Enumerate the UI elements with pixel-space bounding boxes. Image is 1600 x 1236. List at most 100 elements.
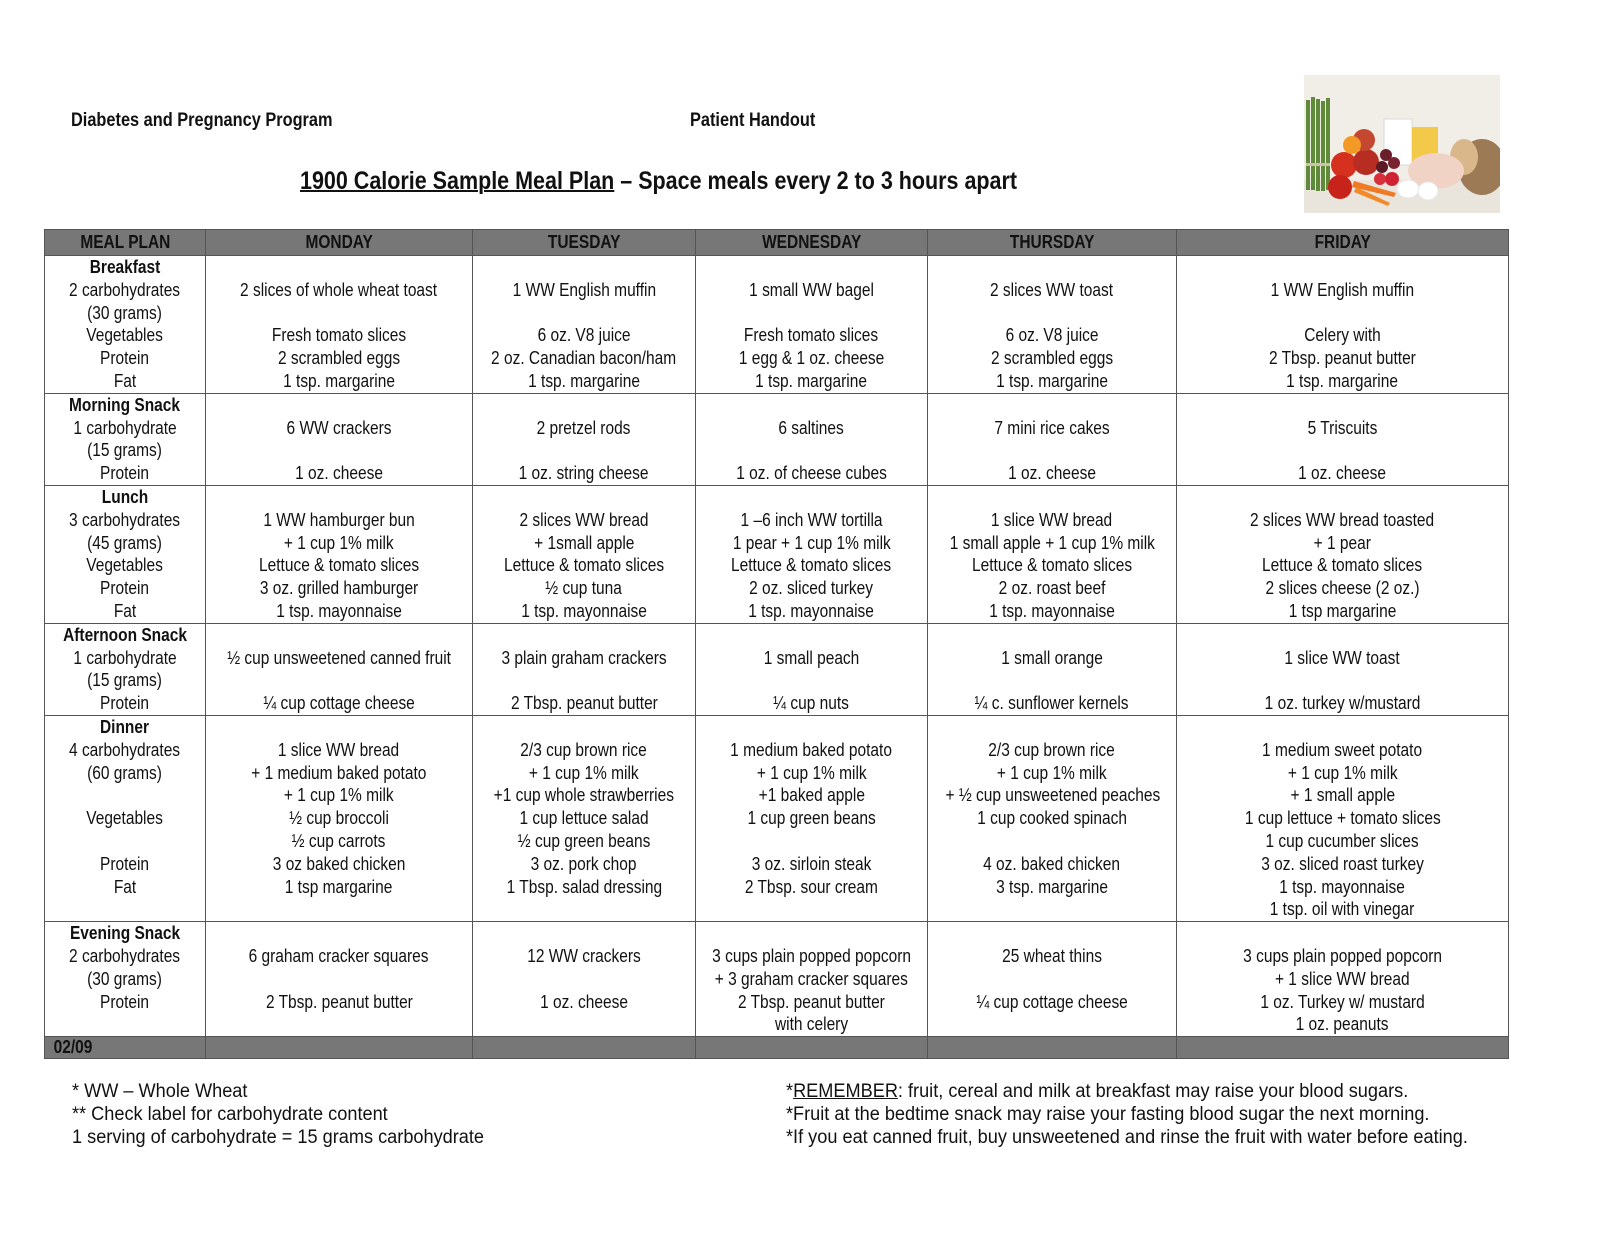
food-item: 1 cup lettuce + tomato slices bbox=[1244, 808, 1441, 829]
food-item: + 1 cup 1% milk bbox=[284, 785, 394, 806]
food-item: + 1small apple bbox=[533, 532, 635, 553]
meal-cell: 6 graham cracker squares 2 Tbsp. peanut b… bbox=[205, 921, 473, 1038]
food-item: 6 oz. V8 juice bbox=[1005, 325, 1099, 346]
meal-cell: 1 medium baked potato + 1 cup 1% milk +1 b… bbox=[695, 714, 928, 923]
food-item bbox=[697, 439, 927, 462]
food-item bbox=[929, 830, 1176, 853]
meal-cell: 3 cups plain popped popcorn + 3 graham cr… bbox=[695, 921, 928, 1038]
footnote: ** Check label for carbohydrate content bbox=[72, 1104, 388, 1125]
food-item: + 1 slice WW bread bbox=[1275, 968, 1410, 989]
food-item: 1 tsp. margarine bbox=[283, 370, 395, 391]
food-item: Lettuce & tomato slices bbox=[731, 555, 892, 576]
meal-cell: 1 slice WW toast 1 oz. turkey w/mustard bbox=[1176, 622, 1509, 716]
meal-name: Breakfast bbox=[89, 257, 161, 277]
meal-cell: 6 WW crackers 1 oz. cheese bbox=[205, 392, 473, 486]
table-row: Evening Snack 2 carbohydrates (30 grams) Pr… bbox=[44, 921, 1509, 1038]
meal-plan-table: MEAL PLAN MONDAY TUESDAY WEDNESDAY THURS… bbox=[44, 229, 1509, 1060]
guide-line: 3 carbohydrates bbox=[69, 509, 181, 530]
meal-cell: 2 slices of whole wheat toast Fresh tomat… bbox=[205, 255, 473, 394]
food-item: 3 tsp. margarine bbox=[996, 876, 1108, 897]
food-item: 1 medium baked potato bbox=[730, 739, 893, 760]
food-item: + 1 small apple bbox=[1290, 785, 1395, 806]
food-item: 1 WW English muffin bbox=[512, 279, 656, 300]
food-item: 7 mini rice cakes bbox=[994, 417, 1110, 438]
food-item: 1 WW hamburger bun bbox=[263, 509, 415, 530]
food-item: 1 oz. of cheese cubes bbox=[736, 463, 887, 484]
column-header: TUESDAY bbox=[472, 229, 696, 256]
food-item: 2 slices WW bread bbox=[519, 509, 649, 530]
guide-line: 2 carbohydrates bbox=[69, 945, 181, 966]
program-name: Diabetes and Pregnancy Program bbox=[71, 110, 333, 131]
food-item: 1 tsp. margarine bbox=[1286, 370, 1399, 391]
guide-line: Protein bbox=[100, 578, 150, 599]
food-item bbox=[207, 968, 472, 991]
food-item: 2 scrambled eggs bbox=[277, 348, 401, 369]
food-photo bbox=[1304, 75, 1500, 213]
footnote: *Fruit at the bedtime snack may raise yo… bbox=[786, 1104, 1430, 1125]
meal-guide-cell: Evening Snack 2 carbohydrates (30 grams) Pr… bbox=[44, 921, 206, 1038]
food-item: 4 oz. baked chicken bbox=[983, 853, 1121, 874]
food-item: 1 small WW bagel bbox=[749, 279, 874, 300]
title-rest: – Space meals every 2 to 3 hours apart bbox=[614, 167, 1018, 195]
food-item bbox=[207, 669, 472, 692]
table-header-row: MEAL PLAN MONDAY TUESDAY WEDNESDAY THURS… bbox=[44, 229, 1509, 256]
food-item: 1 oz. turkey w/mustard bbox=[1264, 693, 1421, 714]
footnote: 1 serving of carbohydrate = 15 grams car… bbox=[72, 1127, 485, 1148]
food-item: 1 egg & 1 oz. cheese bbox=[738, 348, 885, 369]
food-item bbox=[697, 830, 927, 853]
food-item: 3 oz. grilled hamburger bbox=[259, 578, 419, 599]
meal-cell: 1 medium sweet potato + 1 cup 1% milk + 1 … bbox=[1176, 714, 1509, 923]
meal-guide-cell: Breakfast 2 carbohydrates (30 grams) Vegeta… bbox=[44, 255, 206, 394]
footnotes-right: *REMEMBER: fruit, cereal and milk at bre… bbox=[786, 1080, 1500, 1149]
meal-cell: 2 slices WW bread toasted + 1 pear Lettuce… bbox=[1176, 484, 1509, 624]
food-item: 1 small peach bbox=[763, 647, 860, 668]
food-item bbox=[474, 439, 695, 462]
meal-cell: 1 slice WW bread 1 small apple + 1 cup 1%… bbox=[927, 484, 1177, 624]
food-item: + 1 cup 1% milk bbox=[1287, 762, 1398, 783]
food-item: 2/3 cup brown rice bbox=[520, 739, 648, 760]
food-item: 1 medium sweet potato bbox=[1262, 739, 1423, 760]
food-item: +1 cup whole strawberries bbox=[493, 785, 675, 806]
food-item: 1 tsp. mayonnaise bbox=[1279, 876, 1406, 897]
meal-name: Dinner bbox=[100, 716, 150, 737]
meal-cell: 2 slices WW bread + 1small apple Lettuce &… bbox=[472, 484, 696, 624]
food-item: 2 Tbsp. peanut butter bbox=[265, 991, 413, 1012]
food-item bbox=[1178, 439, 1508, 462]
food-item bbox=[474, 968, 695, 991]
food-item bbox=[929, 968, 1176, 991]
guide-line: (45 grams) bbox=[87, 532, 163, 553]
food-item: 3 cups plain popped popcorn bbox=[1243, 945, 1442, 966]
footer-cell bbox=[695, 1036, 928, 1060]
food-item: Celery with bbox=[1304, 325, 1381, 346]
food-item: ¼ cup nuts bbox=[773, 693, 850, 714]
food-item: 3 oz baked chicken bbox=[272, 853, 406, 874]
meal-cell: 2/3 cup brown rice + 1 cup 1% milk + ½ cup… bbox=[927, 714, 1177, 923]
footer-cell bbox=[205, 1036, 473, 1060]
food-item: Lettuce & tomato slices bbox=[971, 555, 1133, 576]
meal-name: Lunch bbox=[101, 486, 149, 507]
remember-text: : fruit, cereal and milk at breakfast ma… bbox=[897, 1081, 1409, 1102]
food-item: ½ cup unsweetened canned fruit bbox=[227, 647, 451, 668]
food-item: 1 oz. peanuts bbox=[1296, 1014, 1389, 1035]
food-item: 3 cups plain popped popcorn bbox=[712, 945, 912, 966]
food-item bbox=[474, 669, 695, 692]
food-item: 25 wheat thins bbox=[1002, 945, 1102, 966]
food-item: Lettuce & tomato slices bbox=[1262, 555, 1423, 576]
guide-line: 4 carbohydrates bbox=[69, 739, 181, 760]
food-item: ½ cup carrots bbox=[292, 830, 386, 851]
meal-cell: 2/3 cup brown rice + 1 cup 1% milk +1 cup … bbox=[472, 714, 696, 923]
meal-cell: 5 Triscuits 1 oz. cheese bbox=[1176, 392, 1509, 486]
guide-line: (30 grams) bbox=[87, 968, 163, 989]
